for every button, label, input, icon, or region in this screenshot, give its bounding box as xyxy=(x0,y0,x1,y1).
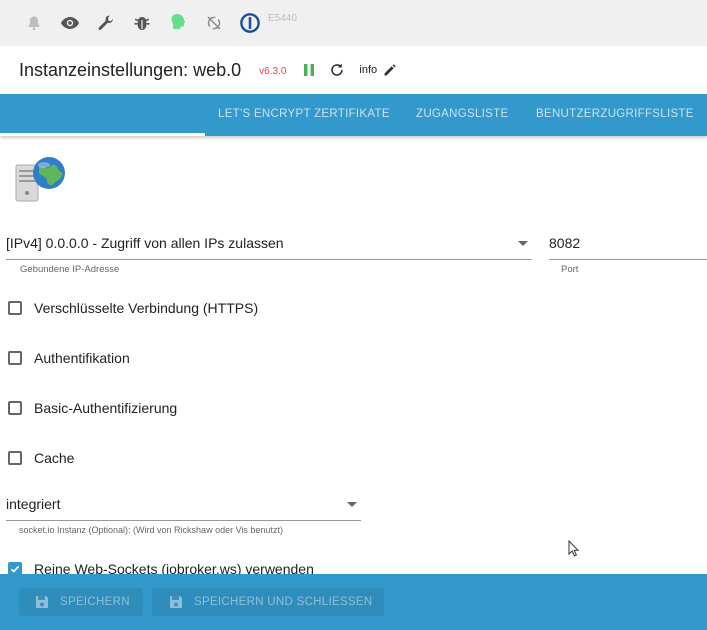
save-label: SPEICHERN xyxy=(60,596,130,608)
pencil-icon[interactable] xyxy=(383,63,397,77)
https-label: Verschlüsselte Verbindung (HTTPS) xyxy=(34,300,259,316)
port-value: 8082 xyxy=(549,235,581,251)
head-icon xyxy=(168,13,188,33)
bind-ip-helper: Gebundene IP-Adresse xyxy=(20,264,120,275)
save-close-label: SPEICHERN UND SCHLIESSEN xyxy=(194,596,373,608)
auth-checkbox[interactable] xyxy=(8,351,22,365)
page-title: Instanzeinstellungen: web.0 xyxy=(19,59,242,80)
https-checkbox-row[interactable]: Verschlüsselte Verbindung (HTTPS) xyxy=(8,300,258,316)
bug-icon[interactable] xyxy=(132,13,152,33)
settings-tabs: LET'S ENCRYPT ZERTIFIKATE ZUGANGSLISTE B… xyxy=(0,94,707,136)
chevron-down-icon[interactable] xyxy=(518,241,528,246)
reload-icon[interactable] xyxy=(329,62,345,78)
port-input[interactable]: 8082 xyxy=(549,230,707,260)
version-badge: v6.3.0 xyxy=(259,66,287,77)
port-field: 8082 Port xyxy=(549,230,707,275)
tab-access-list[interactable]: ZUGANGSLISTE xyxy=(416,94,508,136)
basic-auth-checkbox[interactable] xyxy=(8,401,22,415)
bell-icon[interactable] xyxy=(24,13,44,33)
cache-checkbox[interactable] xyxy=(8,451,22,465)
instance-title-bar: Instanzeinstellungen: web.0 v6.3.0 info xyxy=(0,46,707,94)
socketio-value: integriert xyxy=(6,496,61,512)
bind-ip-select[interactable]: [IPv4] 0.0.0.0 - Zugriff von allen IPs z… xyxy=(6,230,532,260)
iobroker-logo-icon xyxy=(240,13,260,33)
chevron-down-icon[interactable] xyxy=(347,502,357,507)
socketio-select[interactable]: integriert xyxy=(6,491,361,521)
https-checkbox[interactable] xyxy=(8,301,22,315)
tab-user-access-list[interactable]: BENUTZERZUGRIFFSLISTE xyxy=(536,94,694,136)
basic-auth-checkbox-row[interactable]: Basic-Authentifizierung xyxy=(8,400,177,416)
save-icon xyxy=(170,596,182,608)
port-helper: Port xyxy=(561,264,579,275)
auth-checkbox-row[interactable]: Authentifikation xyxy=(8,350,130,366)
save-button[interactable]: SPEICHERN xyxy=(19,588,143,616)
pause-icon[interactable] xyxy=(303,63,315,77)
sync-off-icon[interactable] xyxy=(204,13,224,33)
tab-letsencrypt[interactable]: LET'S ENCRYPT ZERTIFIKATE xyxy=(218,94,390,136)
info-link[interactable]: info xyxy=(359,64,377,76)
bind-ip-value: [IPv4] 0.0.0.0 - Zugriff von allen IPs z… xyxy=(6,235,284,251)
host-name: E5440 xyxy=(268,12,297,24)
wrench-icon[interactable] xyxy=(96,13,116,33)
auth-label: Authentifikation xyxy=(34,350,130,366)
socketio-helper: socket.io Instanz (Optional): (Wird von … xyxy=(19,525,283,535)
cache-label: Cache xyxy=(34,450,75,466)
active-tab-indicator xyxy=(0,133,205,136)
cache-checkbox-row[interactable]: Cache xyxy=(8,450,74,466)
save-icon xyxy=(36,596,48,608)
mouse-cursor-icon xyxy=(568,539,580,563)
save-close-button[interactable]: SPEICHERN UND SCHLIESSEN xyxy=(152,588,384,616)
web-adapter-logo xyxy=(13,153,69,205)
bind-ip-field: [IPv4] 0.0.0.0 - Zugriff von allen IPs z… xyxy=(6,230,532,275)
action-bar: SPEICHERN SPEICHERN UND SCHLIESSEN xyxy=(0,574,707,630)
eye-icon[interactable] xyxy=(60,13,80,33)
socketio-field: integriert socket.io Instanz (Optional):… xyxy=(6,491,361,535)
instance-toolbar: E5440 xyxy=(0,0,707,46)
basic-auth-label: Basic-Authentifizierung xyxy=(34,400,178,416)
